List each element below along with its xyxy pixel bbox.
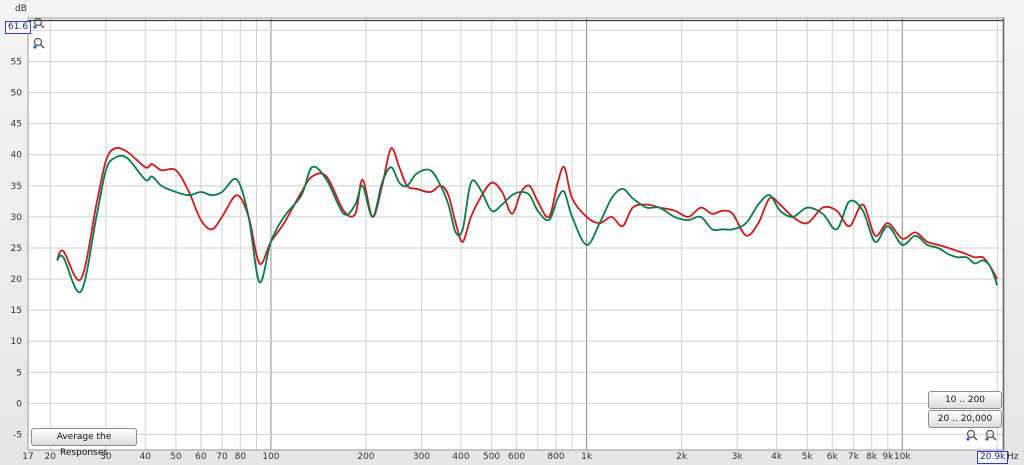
zoom-in-x-icon[interactable]: [985, 429, 997, 441]
y-tick-label: 35: [11, 182, 22, 192]
x-tick-label: 8k: [866, 452, 878, 462]
x-tick-label: 600: [508, 452, 525, 462]
x-tick-label: 100: [262, 452, 279, 462]
y-axis-unit-label: dB: [15, 4, 27, 14]
x-tick-label: 9k: [882, 452, 894, 462]
x-tick-label: 60: [195, 452, 207, 462]
y-tick-label: 15: [11, 306, 22, 316]
x-cursor-readout: 20.9k: [977, 451, 1009, 464]
x-tick-label: 3k: [732, 452, 744, 462]
y-tick-label: 50: [11, 89, 23, 99]
average-responses-button[interactable]: Average the Responses: [31, 428, 137, 458]
x-tick-label: 5k: [802, 452, 814, 462]
y-cursor-readout: 61.6: [5, 21, 32, 34]
x-tick-label: 800: [547, 452, 564, 462]
zoom-in-y-icon[interactable]: [33, 17, 45, 29]
y-tick-label: 20: [11, 275, 23, 285]
frequency-response-chart[interactable]: 605550454035302520151050-517203040506070…: [0, 0, 1024, 465]
x-tick-label: 1k: [581, 452, 593, 462]
response-line-2: [56, 154, 999, 294]
x-tick-label: 400: [452, 452, 469, 462]
response-line-1: [56, 147, 999, 282]
y-tick-label: 30: [11, 213, 23, 223]
x-tick-label: 80: [235, 452, 247, 462]
x-tick-label: 70: [216, 452, 228, 462]
x-tick-label: 300: [413, 452, 430, 462]
zoom-out-y-icon[interactable]: [33, 37, 45, 49]
x-tick-label: 7k: [848, 452, 860, 462]
x-tick-label: 17: [22, 452, 33, 462]
x-tick-label: 50: [170, 452, 182, 462]
x-tick-label: 20: [45, 452, 57, 462]
x-tick-label: 10k: [894, 452, 911, 462]
x-tick-label: 200: [357, 452, 374, 462]
x-tick-label: 40: [140, 452, 152, 462]
y-tick-label: 25: [11, 244, 22, 254]
spl-graph-panel: 605550454035302520151050-517203040506070…: [0, 0, 1024, 465]
x-axis-unit-label: Hz: [1007, 452, 1019, 462]
y-tick-label: 45: [11, 120, 22, 130]
zoom-out-x-icon[interactable]: [966, 429, 978, 441]
y-tick-label: -5: [13, 430, 22, 440]
y-tick-label: 55: [11, 58, 22, 68]
x-tick-label: 6k: [827, 452, 839, 462]
plot-border: [27, 17, 1005, 451]
range-20-20000-button[interactable]: 20 .. 20,000: [928, 410, 1002, 428]
x-tick-label: 500: [483, 452, 500, 462]
y-tick-label: 5: [16, 368, 22, 378]
range-10-200-button[interactable]: 10 .. 200: [928, 391, 1002, 409]
y-tick-label: 40: [11, 151, 23, 161]
y-tick-label: 0: [16, 399, 22, 409]
x-tick-label: 4k: [771, 452, 783, 462]
y-tick-label: 10: [11, 337, 23, 347]
x-tick-label: 2k: [676, 452, 688, 462]
